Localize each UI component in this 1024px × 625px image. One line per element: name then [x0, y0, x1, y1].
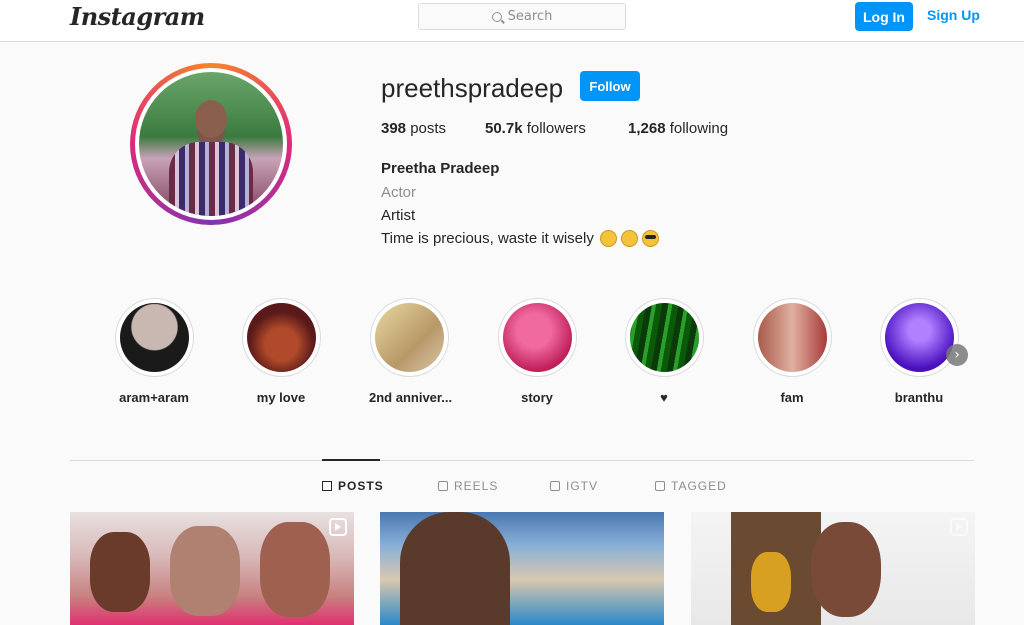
followers-label: followers: [526, 120, 586, 137]
following-stat[interactable]: 1,268 following: [628, 120, 728, 137]
tab-posts[interactable]: POSTS: [322, 479, 384, 493]
highlight-label: story: [521, 390, 553, 405]
sunglasses-emoji-icon: [641, 230, 659, 247]
post-thumbnail[interactable]: [691, 512, 975, 625]
tagged-icon: [655, 481, 665, 491]
highlight-item[interactable]: my love: [241, 298, 321, 405]
login-button[interactable]: Log In: [855, 2, 913, 31]
tab-igtv[interactable]: IGTV: [550, 479, 598, 493]
highlight-item[interactable]: 2nd anniver...: [369, 298, 453, 405]
posts-label: posts: [410, 120, 447, 137]
highlight-label: fam: [780, 390, 804, 405]
profile-full-name: Preetha Pradeep: [381, 160, 500, 177]
highlight-item[interactable]: ♥: [624, 298, 704, 405]
profile-bio-line-1: Artist: [381, 207, 416, 224]
profile-avatar: [139, 72, 283, 216]
highlight-cover: [374, 303, 444, 372]
tab-reels[interactable]: REELS: [438, 479, 498, 493]
followers-stat[interactable]: 50.7k followers: [485, 120, 586, 137]
highlight-cover: [246, 303, 316, 372]
active-tab-indicator: [322, 459, 380, 461]
highlight-label: ♥: [660, 390, 668, 405]
highlight-cover: [629, 303, 699, 372]
wink-emoji-icon: [599, 230, 617, 247]
highlight-cover: [884, 303, 954, 372]
highlight-cover: [757, 303, 827, 372]
highlight-item[interactable]: fam: [752, 298, 832, 405]
reels-icon: [438, 481, 448, 491]
search-input[interactable]: Search: [418, 3, 626, 30]
search-icon: [491, 11, 502, 22]
follow-button[interactable]: Follow: [580, 71, 640, 101]
igtv-icon: [550, 481, 560, 491]
followers-count: 50.7k: [485, 120, 523, 137]
profile-username: preethspradeep: [381, 73, 564, 103]
highlight-cover: [119, 303, 189, 372]
tab-label: POSTS: [338, 479, 384, 493]
tab-label: IGTV: [566, 479, 599, 493]
tab-label: TAGGED: [671, 479, 727, 493]
highlight-label: 2nd anniver...: [369, 390, 453, 405]
chevron-right-icon[interactable]: ›: [946, 344, 968, 366]
tab-label: REELS: [454, 479, 499, 493]
highlight-cover: [502, 303, 572, 372]
highlight-label: aram+aram: [119, 390, 189, 405]
tabs-divider: [70, 460, 974, 461]
signup-link[interactable]: Sign Up: [927, 7, 980, 23]
profile-category: Actor: [381, 184, 417, 201]
highlight-item[interactable]: story: [497, 298, 577, 405]
top-nav-bar: Instagram Search Log In Sign Up: [0, 0, 1024, 42]
highlight-label: my love: [256, 390, 306, 405]
posts-stat: 398 posts: [381, 120, 446, 137]
reel-icon: [329, 518, 347, 536]
smile-emoji-icon: [620, 230, 638, 247]
post-thumbnail[interactable]: [380, 512, 664, 625]
profile-avatar-ring[interactable]: [130, 63, 292, 225]
search-placeholder: Search: [507, 9, 553, 24]
following-count: 1,268: [628, 120, 666, 137]
posts-count: 398: [381, 120, 407, 137]
bio-text: Time is precious, waste it wisely: [381, 230, 594, 247]
post-thumbnail[interactable]: [70, 512, 354, 625]
profile-bio-line-2: Time is precious, waste it wisely: [381, 230, 659, 247]
instagram-logo[interactable]: Instagram: [70, 2, 205, 31]
following-label: following: [669, 120, 729, 137]
highlight-item[interactable]: aram+aram: [114, 298, 194, 405]
video-icon: [950, 518, 968, 536]
highlight-label: branthu: [894, 390, 944, 405]
grid-icon: [322, 481, 332, 491]
tab-tagged[interactable]: TAGGED: [655, 479, 727, 493]
